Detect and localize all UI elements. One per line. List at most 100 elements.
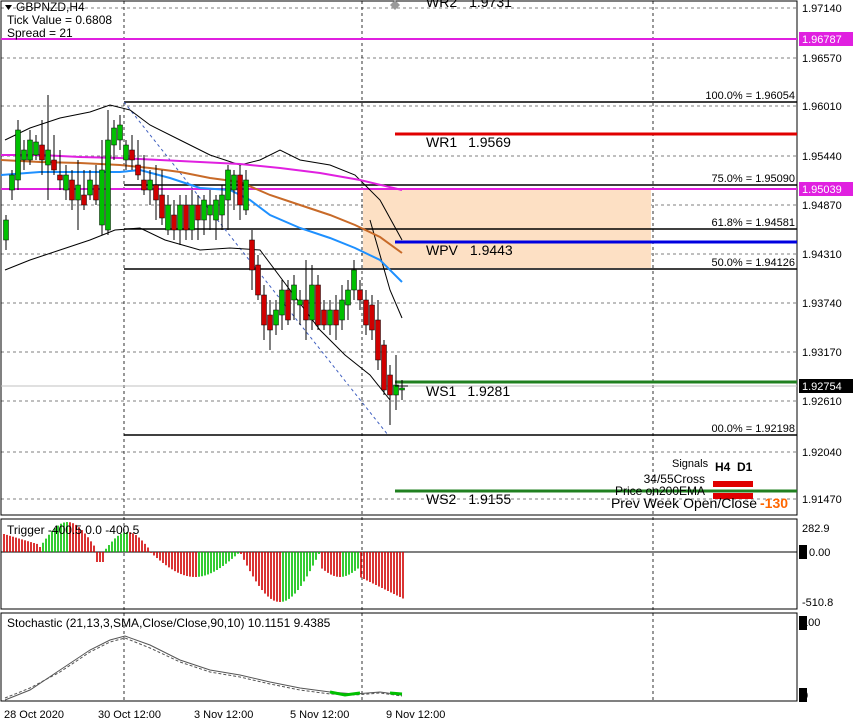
price-tick: 1.97140 (802, 3, 842, 15)
candle-body (201, 199, 207, 221)
candle-body (291, 284, 297, 301)
price-tick: 1.92610 (802, 396, 842, 408)
candle-body (153, 184, 159, 201)
candle-body (123, 144, 129, 161)
price-tick: 1.95440 (802, 151, 842, 163)
candle-body (99, 169, 105, 226)
price-tick: 1.93170 (802, 347, 842, 359)
trigger-tick: 0.00 (809, 547, 830, 559)
signals-h4: H4 (715, 460, 731, 474)
candle-body (357, 289, 363, 301)
spread-label: Spread = 21 (7, 26, 73, 40)
prev-week-value: -130 (760, 495, 788, 511)
candle-body (219, 194, 225, 216)
candle-body (3, 219, 9, 241)
candle-body (249, 239, 255, 271)
stochastic-main-line (4, 635, 403, 701)
candle-body (147, 179, 153, 191)
fib-100-label: 100.0% = 1.96054 (705, 90, 795, 102)
candle-body (93, 184, 99, 201)
candle-body (333, 309, 339, 326)
candle-body (141, 179, 147, 191)
wpv-label: WPV 1.9443 (426, 242, 513, 258)
candle-body (255, 264, 261, 296)
ma-34-blue (0, 168, 403, 283)
candle-body (213, 199, 219, 221)
candle-body (117, 124, 123, 141)
candle-body (177, 204, 183, 231)
candle-body (69, 179, 75, 201)
current-price-value: 1.92754 (802, 381, 842, 393)
candle-body (129, 149, 135, 161)
candle-body (321, 309, 327, 326)
trigger-tick: -510.8 (802, 597, 833, 609)
time-tick: 9 Nov 12:00 (386, 709, 445, 721)
time-tick: 30 Oct 12:00 (98, 709, 161, 721)
high-marker-value: 1.96787 (802, 34, 842, 46)
chart-canvas[interactable]: GBPNZD,H4 Tick Value = 0.6808 Spread = 2… (0, 0, 863, 723)
stochastic-oversold-mark-2 (389, 691, 403, 696)
price-tick: 1.94310 (802, 249, 842, 261)
candle-body (309, 284, 315, 321)
candle-body (225, 169, 231, 201)
candle-body (87, 179, 93, 196)
stochastic-oversold-mark (329, 690, 361, 697)
candle-body (21, 149, 27, 161)
stochastic-tick: 100 (802, 617, 820, 629)
trigger-title: Trigger -400.5 0.0 -400.5 (7, 523, 140, 537)
fib-50-label: 50.0% = 1.94126 (712, 257, 796, 269)
candle-body (363, 299, 369, 326)
prev-week-label: Prev Week Open/Close (611, 495, 757, 511)
candle-body (63, 174, 69, 191)
price-tick: 1.96010 (802, 101, 842, 113)
ws1-label: WS1 1.9281 (426, 383, 510, 399)
fib-0-label: 00.0% = 1.92198 (712, 423, 796, 435)
candle-body (375, 319, 381, 361)
candle-body (297, 299, 303, 306)
candle-body (387, 374, 393, 396)
price-tick: 1.92040 (802, 447, 842, 459)
candle-body (399, 387, 405, 391)
candle-body (339, 299, 345, 321)
candle-body (57, 174, 63, 181)
candle-body (381, 344, 387, 391)
fibonacci-lines (124, 101, 797, 436)
candle-body (171, 214, 177, 231)
candle-body (279, 289, 285, 316)
candle-body (327, 309, 333, 326)
candle-body (75, 184, 81, 201)
candle-body (9, 174, 15, 191)
wr2-label: WR2 1.9731 (426, 0, 512, 10)
price-tick: 1.91470 (802, 494, 842, 506)
fib-618-label: 61.8% = 1.94581 (712, 217, 796, 229)
collapse-arrow-icon[interactable] (5, 5, 12, 10)
candle-body (81, 194, 87, 206)
wr1-label: WR1 1.9569 (426, 134, 511, 150)
candle-body (273, 309, 279, 326)
candle-body (345, 289, 351, 306)
symbol-label: GBPNZD,H4 (16, 0, 85, 14)
candle-body (111, 127, 117, 146)
candle-body (315, 284, 321, 326)
candle-body (33, 141, 39, 156)
mid-marker-value: 1.95039 (802, 184, 842, 196)
ws2-label: WS2 1.9155 (426, 491, 511, 507)
price-tick: 1.96570 (802, 53, 842, 65)
candle-body (51, 159, 57, 171)
candle-body (237, 174, 243, 206)
candle-body (207, 204, 213, 216)
candle-body (105, 139, 111, 231)
candle-body (267, 314, 273, 331)
candle-body (261, 294, 267, 326)
candle-body (39, 144, 45, 161)
time-tick: 28 Oct 2020 (4, 709, 64, 721)
candle-body (195, 204, 201, 221)
candle-body (231, 174, 237, 191)
fib-75-label: 75.0% = 1.95090 (712, 173, 796, 185)
candle-body (135, 164, 141, 176)
candle-body (27, 139, 33, 161)
signals-d1: D1 (737, 460, 753, 474)
candle-body (243, 179, 249, 211)
candle-body (15, 129, 21, 181)
candle-body (159, 194, 165, 219)
